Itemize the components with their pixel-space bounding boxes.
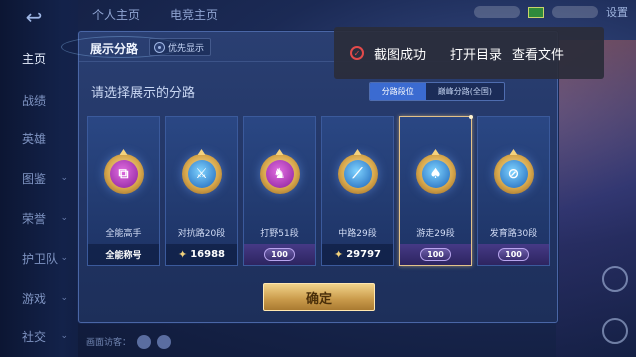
nav-item-label: 荣誉 bbox=[22, 211, 47, 226]
right-float-icon[interactable] bbox=[602, 266, 628, 292]
title-label: 全能称号 bbox=[105, 251, 142, 261]
tab-esports-home[interactable]: 电竞主页 bbox=[170, 6, 218, 23]
emblem-glyph: ⟋ bbox=[343, 160, 372, 188]
lane-card-name: 全能高手 bbox=[105, 229, 142, 239]
emblem-glyph: ⧉ bbox=[109, 160, 138, 188]
lane-points: 16988 bbox=[190, 249, 225, 260]
nav-item-label: 主页 bbox=[22, 51, 47, 66]
lane-cards: ⧉ 全能高手 全能称号 ⚔ 对抗路20段 ✦ 16988 ♞ 打野51段 100 ⟋ 中路29段 ✦ 29… bbox=[87, 115, 551, 266]
open-directory-link[interactable]: 打开目录 bbox=[450, 44, 502, 63]
rank-badge: 100 bbox=[498, 248, 529, 261]
nav-item-label: 战绩 bbox=[22, 93, 47, 108]
visitor-label: 画面访客： bbox=[86, 338, 132, 348]
emblem-glyph: ♞ bbox=[265, 160, 294, 188]
confirm-button[interactable]: 确定 bbox=[263, 283, 375, 311]
toast-message: 截图成功 bbox=[374, 47, 427, 63]
settings-button[interactable]: 设置 bbox=[606, 4, 628, 20]
emblem-glyph: ⊘ bbox=[499, 160, 528, 188]
nav-item-label: 图鉴 bbox=[22, 171, 47, 186]
nav-item-1[interactable]: 战绩 bbox=[0, 86, 78, 114]
rank-emblem-icon: ⚔ bbox=[181, 154, 222, 194]
tab-personal-home[interactable]: 个人主页 bbox=[92, 6, 140, 23]
top-status-pill bbox=[474, 6, 520, 18]
segment-peak-lane[interactable]: 巅峰分路(全国) bbox=[425, 83, 504, 100]
lane-card-footer: 全能称号 bbox=[88, 244, 159, 265]
nav-item-0[interactable]: 主页 bbox=[0, 44, 78, 72]
check-icon: ✓ bbox=[350, 46, 364, 60]
lane-card-footer: ✦ 16988 bbox=[166, 244, 237, 265]
panel-title: 展示分路 bbox=[90, 42, 139, 56]
segment-control: 分路段位 巅峰分路(全国) bbox=[368, 82, 505, 101]
screenshot-toast: ✓ 截图成功 打开目录 查看文件 bbox=[334, 27, 604, 79]
rank-badge: 100 bbox=[420, 248, 451, 261]
avatar-2[interactable] bbox=[157, 334, 172, 349]
emblem-glyph: ⚔ bbox=[187, 160, 216, 188]
nav-item-7[interactable]: 社交 ⌄ bbox=[0, 322, 78, 350]
chevron-down-icon: ⌄ bbox=[60, 213, 68, 223]
selected-corner-marker bbox=[469, 115, 473, 119]
lane-card[interactable]: ⧉ 全能高手全能称号 bbox=[87, 116, 160, 266]
lane-card-name: 发育路30段 bbox=[489, 229, 538, 239]
star-icon: ✦ bbox=[333, 248, 344, 261]
rank-emblem-icon: ⊘ bbox=[493, 154, 534, 194]
rank-emblem-icon: ♞ bbox=[259, 154, 300, 194]
right-decoration bbox=[556, 40, 636, 357]
nav-item-4[interactable]: 荣誉 ⌄ bbox=[0, 204, 78, 232]
lane-card[interactable]: ⊘ 发育路30段 100 bbox=[477, 116, 550, 266]
gear-icon bbox=[154, 41, 165, 53]
lane-card-name: 打野51段 bbox=[260, 229, 299, 239]
rank-emblem-icon: ♠ bbox=[415, 154, 456, 194]
lane-points: 29797 bbox=[346, 249, 381, 260]
star-icon: ✦ bbox=[177, 248, 188, 261]
lane-card-footer: ✦ 29797 bbox=[322, 244, 393, 265]
lane-card-footer: 100 bbox=[478, 244, 549, 265]
panel-subtitle: 请选择展示的分路 bbox=[91, 86, 196, 101]
chevron-down-icon: ⌄ bbox=[60, 173, 68, 183]
nav-item-3[interactable]: 图鉴 ⌄ bbox=[0, 164, 78, 192]
nav-item-6[interactable]: 游戏 ⌄ bbox=[0, 284, 78, 312]
view-file-link[interactable]: 查看文件 bbox=[512, 44, 564, 63]
nav-item-label: 游戏 bbox=[22, 291, 47, 306]
lane-card-footer: 100 bbox=[244, 244, 315, 265]
lane-card-name: 游走29段 bbox=[416, 229, 455, 239]
priority-display-button[interactable]: 优先显示 bbox=[149, 38, 212, 56]
rank-badge: 100 bbox=[264, 248, 295, 261]
nav-item-label: 社交 bbox=[22, 329, 47, 344]
nav-item-2[interactable]: 英雄 bbox=[0, 124, 78, 152]
rank-emblem-icon: ⟋ bbox=[337, 154, 378, 194]
top-status-pill-2 bbox=[552, 6, 598, 18]
lane-card[interactable]: ♞ 打野51段 100 bbox=[243, 116, 316, 266]
side-nav: ↩ 主页 战绩 英雄 图鉴 ⌄ 荣誉 ⌄ 护卫队 ⌄ 游戏 ⌄ 社交 ⌄ bbox=[0, 0, 78, 357]
lane-card-name: 中路29段 bbox=[338, 229, 377, 239]
avatar[interactable] bbox=[137, 334, 152, 349]
rank-emblem-icon: ⧉ bbox=[103, 154, 144, 194]
top-right-bar: 设置 bbox=[474, 4, 628, 20]
back-icon[interactable]: ↩ bbox=[14, 5, 54, 29]
lane-card[interactable]: ♠ 游走29段 100 bbox=[399, 115, 473, 266]
chevron-down-icon: ⌄ bbox=[60, 253, 68, 263]
flag-icon bbox=[528, 6, 544, 18]
segment-lane-rank[interactable]: 分路段位 bbox=[369, 83, 426, 100]
chevron-down-icon: ⌄ bbox=[60, 293, 68, 303]
nav-item-5[interactable]: 护卫队 ⌄ bbox=[0, 244, 78, 272]
nav-item-label: 护卫队 bbox=[22, 251, 59, 266]
lane-card-name: 对抗路20段 bbox=[177, 229, 226, 239]
lane-card[interactable]: ⟋ 中路29段 ✦ 29797 bbox=[321, 116, 394, 266]
lane-card[interactable]: ⚔ 对抗路20段 ✦ 16988 bbox=[165, 116, 238, 266]
emblem-glyph: ♠ bbox=[421, 160, 450, 188]
lane-card-footer: 100 bbox=[400, 244, 471, 265]
chevron-down-icon: ⌄ bbox=[60, 331, 68, 341]
right-float-icon-2[interactable] bbox=[602, 318, 628, 344]
priority-display-label: 优先显示 bbox=[168, 43, 205, 54]
bottom-strip: 画面访客： bbox=[78, 326, 578, 357]
nav-item-label: 英雄 bbox=[22, 131, 47, 146]
